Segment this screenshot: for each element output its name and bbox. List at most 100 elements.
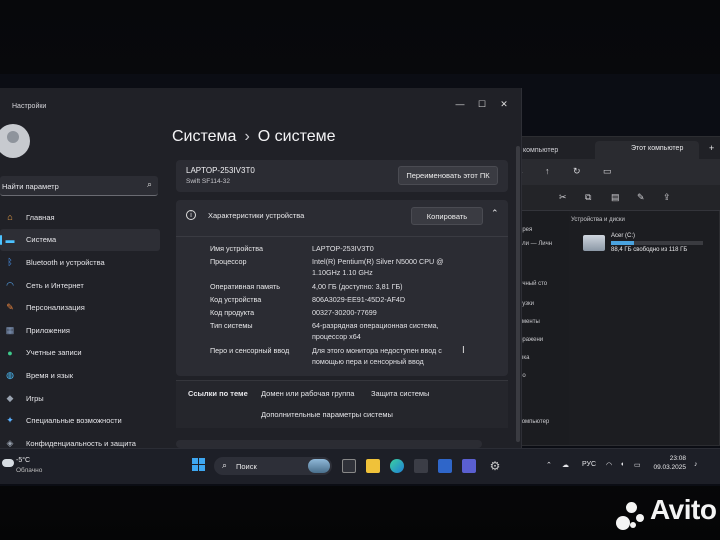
up-arrow-icon[interactable]: ↑ (545, 166, 550, 176)
explorer-section-title: Устройства и диски (571, 217, 625, 223)
settings-search: ⌕ (0, 176, 158, 196)
spec-value: Для этого монитора недоступен ввод с пом… (312, 346, 442, 366)
sidebar-item-10[interactable]: ✦ Специальные возможности (0, 409, 160, 432)
info-icon: i (186, 210, 196, 220)
sidebar-item-9[interactable]: ◆ Игры (0, 387, 160, 410)
clock[interactable]: 23:08 09.03.2025 (650, 454, 686, 472)
scrollbar[interactable] (516, 146, 520, 442)
maximize-icon[interactable]: ☐ (471, 99, 493, 110)
accessibility-icon: ✦ (6, 415, 14, 426)
taskbar-search-label: Поиск (236, 462, 257, 471)
sidebar-item-label: Конфиденциальность и защита (26, 438, 136, 448)
start-icon[interactable] (192, 458, 206, 472)
close-icon[interactable]: ✕ (493, 99, 515, 110)
sidebar-item[interactable]: компьютер (519, 419, 549, 425)
breadcrumb-parent[interactable]: Система (172, 128, 236, 145)
chevron-up-icon[interactable]: ⌃ (546, 461, 552, 469)
sidebar-item-8[interactable]: ◍ Время и язык (0, 364, 160, 387)
sidebar-item-1[interactable]: ⌂ Главная (0, 206, 160, 229)
rename-pc-button[interactable]: Переименовать этот ПК (398, 166, 498, 185)
sidebar-item-label: Персонализация (26, 303, 85, 313)
device-model: Swift SF114-32 (186, 178, 230, 185)
link-domain[interactable]: Домен или рабочая группа (261, 389, 354, 398)
chevron-up-icon[interactable]: ⌃ (491, 208, 499, 219)
explorer-tab-label: Этот компьютер (631, 145, 684, 152)
drive-free-space: 88,4 ГБ свободно из 118 ГБ (611, 247, 688, 253)
settings-gear-icon[interactable]: ⚙ (488, 459, 502, 473)
drive-usage-fill (611, 241, 634, 245)
wifi-icon: ◠ (6, 279, 14, 290)
paste-icon[interactable]: ▤ (611, 192, 620, 203)
explorer-tabbar: компьютер Этот компьютер + (509, 137, 720, 159)
search-input[interactable] (2, 180, 132, 192)
new-tab-icon[interactable]: + (709, 143, 714, 153)
spec-key: Тип системы (210, 321, 253, 330)
avatar[interactable] (0, 124, 30, 158)
file-explorer-icon[interactable] (366, 459, 380, 473)
store-icon[interactable] (414, 459, 428, 473)
sidebar-item-5[interactable]: ✎ Персонализация (0, 296, 160, 319)
cloud-icon (2, 459, 14, 467)
spec-key: Код устройства (210, 295, 262, 304)
spec-value: 806A3029-EE91-45D2-AF4D (312, 295, 406, 304)
search-icon: ⌕ (222, 460, 228, 470)
volume-icon[interactable]: ◖ (620, 461, 624, 468)
spec-key: Перо и сенсорный ввод (210, 346, 290, 355)
link-advanced-settings[interactable]: Дополнительные параметры системы (261, 410, 393, 419)
rename-icon[interactable]: ✎ (637, 192, 645, 203)
cut-icon[interactable]: ✂ (559, 192, 567, 203)
spec-value: Intel(R) Pentium(R) Silver N5000 CPU @ 1… (312, 257, 444, 277)
divider (176, 236, 508, 237)
apps-icon: ▦ (5, 324, 15, 335)
related-label: Ссылки по теме (188, 389, 248, 398)
spec-value: 64-разрядная операционная система, проце… (312, 321, 439, 341)
system-icon: ▬ (5, 234, 15, 245)
sidebar-item-label: Bluetooth и устройства (26, 257, 105, 267)
sidebar-item-2[interactable]: ▬ Система (0, 228, 160, 252)
copy-button[interactable]: Копировать (411, 207, 483, 225)
edge-icon[interactable] (390, 459, 404, 473)
share-icon[interactable]: ⇪ (663, 192, 671, 203)
onedrive-icon[interactable]: ☁ (562, 461, 569, 469)
sidebar-item-3[interactable]: ᛒ Bluetooth и устройства (0, 251, 160, 274)
device-name: LAPTOP-253IV3T0 (186, 166, 255, 175)
weather-desc: Облачно (16, 467, 43, 474)
app-icon[interactable] (462, 459, 476, 473)
app-icon[interactable] (438, 459, 452, 473)
gamepad-icon: ◆ (6, 392, 14, 403)
sidebar-item-label: Время и язык (26, 370, 74, 380)
sidebar-item-6[interactable]: ▦ Приложения (0, 319, 160, 342)
specs-header[interactable]: i Характеристики устройства Копировать ⌃ (176, 200, 508, 230)
spec-key: Оперативная память (210, 282, 281, 291)
task-view-icon[interactable] (342, 459, 356, 473)
sidebar-item-label: Игры (26, 393, 44, 403)
search-icon[interactable]: ⌕ (147, 179, 152, 190)
avito-logo-icon (616, 502, 646, 532)
globe-icon: ◍ (6, 369, 14, 380)
window-controls: — ☐ ✕ (449, 94, 515, 112)
minimize-icon[interactable]: — (449, 99, 471, 109)
sidebar-item[interactable]: ели — Личн (519, 241, 552, 247)
search-highlight-icon (308, 459, 330, 473)
specs-title: Характеристики устройства (208, 211, 305, 220)
explorer-tab[interactable]: Этот компьютер (595, 141, 699, 159)
sidebar-item-7[interactable]: ● Учетные записи (0, 342, 160, 365)
account-icon: ● (7, 347, 13, 358)
drive-icon (583, 235, 605, 251)
sidebar-item-4[interactable]: ◠ Сеть и Интернет (0, 274, 160, 297)
brush-icon: ✎ (6, 302, 14, 313)
page-title: О системе (257, 128, 336, 145)
sidebar-item[interactable]: ументы (519, 319, 540, 325)
wifi-icon[interactable]: ◠ (606, 461, 612, 469)
bell-icon[interactable]: ♪ (694, 461, 698, 468)
sidebar-item[interactable]: ичный сто (519, 281, 547, 287)
refresh-icon[interactable]: ↻ (573, 166, 581, 177)
sidebar-item[interactable]: бражени (519, 337, 543, 343)
watermark: Avito (650, 494, 717, 525)
battery-icon[interactable]: ▭ (634, 461, 641, 469)
sidebar-item-label: Приложения (26, 325, 70, 335)
copy-icon[interactable]: ⧉ (585, 192, 591, 203)
language-indicator[interactable]: РУС (582, 461, 596, 468)
taskbar-search[interactable]: ⌕ Поиск (214, 457, 332, 475)
link-system-protection[interactable]: Защита системы (371, 389, 429, 398)
